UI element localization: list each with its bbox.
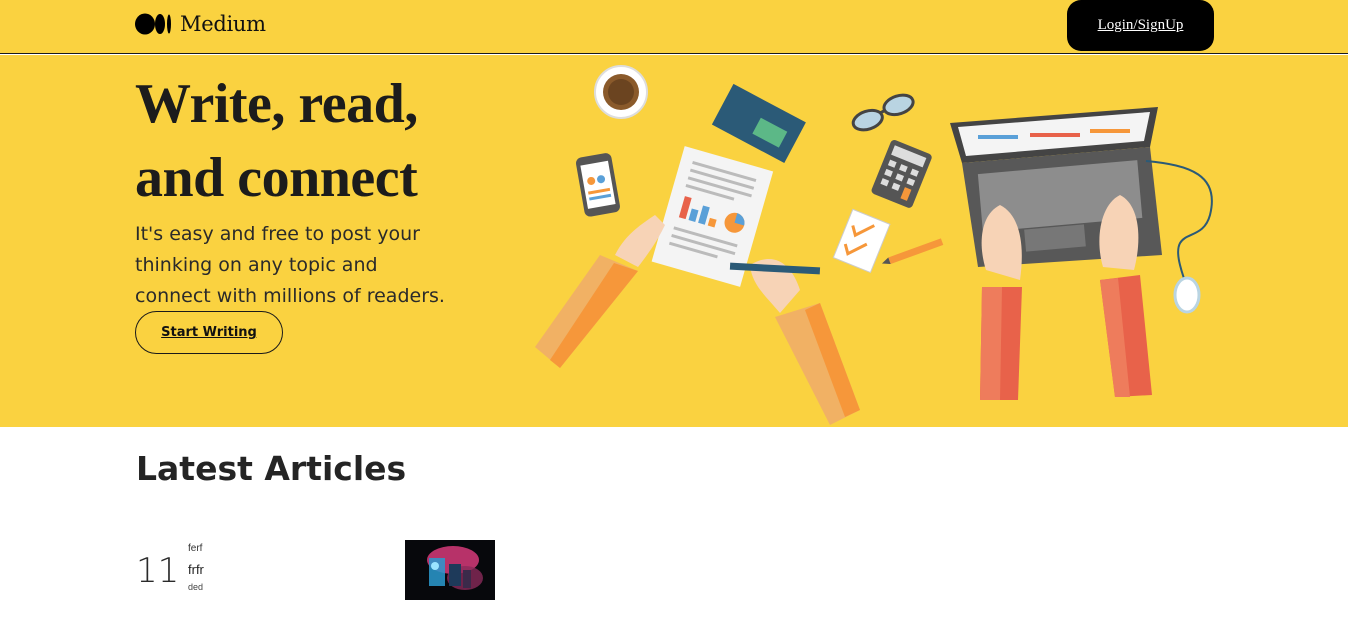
latest-articles-heading: Latest Articles (136, 449, 407, 488)
coffee-cup-icon (594, 65, 648, 119)
article-title[interactable]: frfr (188, 562, 204, 577)
start-writing-button[interactable]: Start Writing (135, 311, 283, 354)
envelope-icon (711, 83, 806, 164)
article-number: 11 (136, 551, 180, 591)
article-meta: ded (188, 582, 204, 592)
pencil-icon (881, 238, 944, 265)
hero-title: Write, read, and connect (135, 73, 418, 209)
article-author[interactable]: ferf (188, 543, 202, 554)
desk-illustration (535, 65, 1213, 425)
hero-subtitle: It's easy and free to post your thinking… (135, 223, 445, 307)
brand-name: Medium (180, 12, 266, 36)
brand[interactable]: Medium (135, 12, 266, 36)
article-thumbnail-image[interactable] (405, 540, 495, 600)
medium-logo-icon (135, 13, 171, 35)
login-signup-button[interactable]: Login/SignUp (1067, 0, 1214, 51)
top-navbar: Medium Login/SignUp (0, 0, 1348, 54)
laptop-icon (950, 107, 1213, 314)
notepad-icon (832, 208, 891, 274)
right-arm-illustration (729, 259, 860, 425)
left-arm-illustration (535, 215, 665, 368)
hero-section: Write, read, and connect It's easy and f… (0, 55, 1348, 427)
calculator-icon (871, 140, 932, 208)
article-card[interactable]: 11 ferf frfr ded (136, 540, 496, 602)
glasses-icon (851, 93, 915, 132)
phone-icon (575, 153, 620, 217)
